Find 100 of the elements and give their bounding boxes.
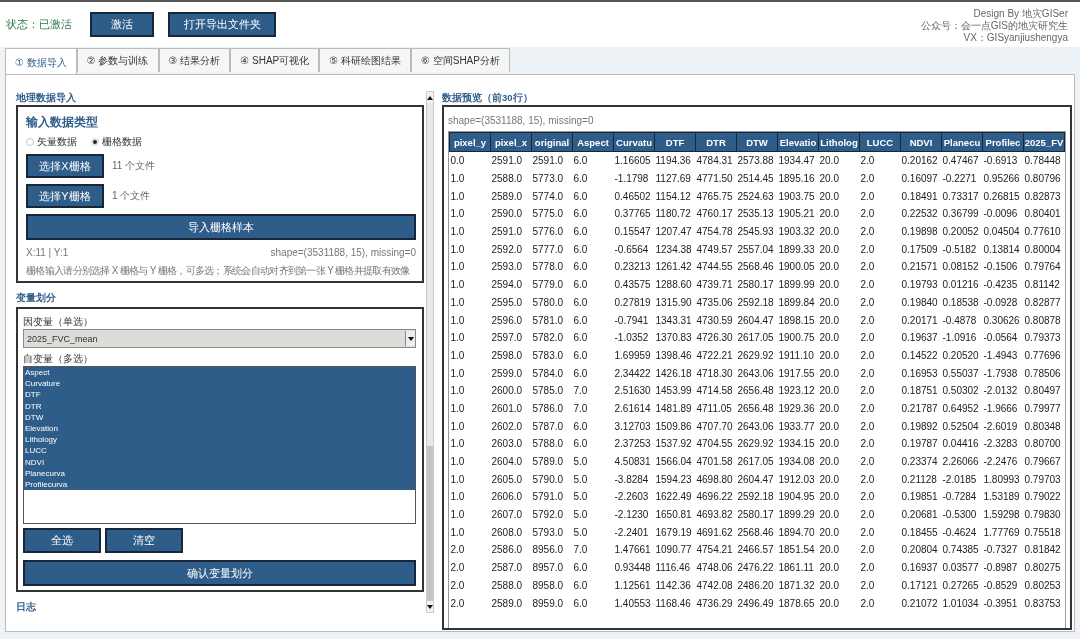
table-cell: 0.21128 bbox=[900, 470, 942, 489]
table-cell-text: 0.73317 bbox=[941, 189, 980, 204]
column-header[interactable]: LUCC bbox=[859, 132, 901, 152]
table-cell: 1.16605 bbox=[613, 151, 655, 170]
table-cell-text: 2.0 bbox=[449, 578, 466, 593]
table-cell-text: 0.08152 bbox=[941, 260, 980, 275]
table-cell-text: -3.8284 bbox=[613, 472, 650, 487]
table-cell: -0.8987 bbox=[982, 558, 1024, 577]
tab[interactable]: ① 数据导入 bbox=[5, 48, 77, 74]
column-header[interactable]: Planecu bbox=[941, 132, 983, 152]
table-cell-text: 2.0 bbox=[859, 189, 876, 204]
table-cell: 1288.60 bbox=[654, 275, 696, 294]
table-cell-text: 20.0 bbox=[818, 561, 840, 576]
scroll-down-icon[interactable] bbox=[427, 601, 433, 612]
table-cell-text: 4742.08 bbox=[695, 578, 734, 593]
list-item[interactable]: Lithology bbox=[24, 434, 415, 446]
tab[interactable]: ⑤ 科研绘图结果 bbox=[319, 48, 411, 72]
column-header[interactable]: Aspect bbox=[572, 132, 614, 152]
table-cell-text: 20.0 bbox=[818, 242, 840, 257]
table-cell-text: 1.47661 bbox=[613, 543, 652, 558]
radio-option[interactable]: 栅格数据 bbox=[91, 135, 142, 149]
table-cell-text: 2600.0 bbox=[490, 384, 524, 399]
table-cell-text: 8959.0 bbox=[531, 596, 565, 611]
column-header[interactable]: pixel_x bbox=[490, 132, 532, 152]
select-raster-button[interactable]: 选择Y栅格 bbox=[26, 184, 104, 208]
tab[interactable]: ⑥ 空间SHAP分析 bbox=[411, 48, 510, 72]
table-cell-text: 1.0 bbox=[449, 525, 466, 540]
list-item[interactable]: DTW bbox=[24, 411, 415, 423]
table-cell: 1.77769 bbox=[982, 523, 1024, 542]
tab[interactable]: ③ 结果分析 bbox=[158, 48, 231, 72]
radio-option[interactable]: 矢量数据 bbox=[26, 135, 77, 149]
activate-button[interactable]: 激活 bbox=[90, 12, 154, 37]
table-cell-text: 20.0 bbox=[818, 419, 840, 434]
clear-button[interactable]: 清空 bbox=[105, 528, 183, 553]
list-item[interactable]: LUCC bbox=[24, 445, 415, 457]
scrollbar-thumb[interactable] bbox=[427, 446, 433, 601]
table-cell-text: 1917.55 bbox=[777, 366, 816, 381]
table-cell: 0.95266 bbox=[982, 169, 1024, 188]
list-item[interactable]: DTR bbox=[24, 400, 415, 412]
list-item[interactable]: NDVI bbox=[24, 456, 415, 468]
list-item[interactable]: DTF bbox=[24, 389, 415, 401]
table-cell-text: 5783.0 bbox=[531, 348, 565, 363]
table-cell-text: 5773.0 bbox=[531, 172, 565, 187]
table-cell-text: 1861.11 bbox=[777, 561, 815, 576]
scrollbar[interactable] bbox=[426, 91, 434, 613]
column-header[interactable]: Elevatio bbox=[777, 132, 819, 152]
table-cell-text: 4739.71 bbox=[695, 278, 734, 293]
table-cell-text: 20.0 bbox=[818, 508, 840, 523]
list-item[interactable]: Aspect bbox=[24, 367, 415, 379]
table-cell-text: 5790.0 bbox=[531, 472, 565, 487]
table-cell-text: 4718.30 bbox=[695, 366, 734, 381]
list-item[interactable]: Planecurva bbox=[24, 467, 415, 479]
table-cell-text: 0.04416 bbox=[941, 437, 980, 452]
scroll-up-icon[interactable] bbox=[427, 92, 433, 103]
table-cell-text: 6.0 bbox=[572, 578, 589, 593]
column-header[interactable]: NDVI bbox=[900, 132, 942, 152]
table-cell: 0.18455 bbox=[900, 523, 942, 542]
section-title: 数据预览（前30行） bbox=[442, 91, 534, 105]
table-cell: 2591.0 bbox=[531, 151, 573, 170]
table-cell-text: 20.0 bbox=[818, 172, 840, 187]
table-cell: 0.16937 bbox=[900, 558, 942, 577]
table-cell-text: 0.80004 bbox=[1023, 242, 1062, 257]
column-header[interactable]: 2025_FV bbox=[1023, 132, 1065, 152]
radio-button[interactable] bbox=[26, 138, 34, 146]
table-cell: -0.1506 bbox=[982, 258, 1024, 276]
table-cell: 2587.0 bbox=[490, 558, 532, 577]
column-header[interactable]: Curvatu bbox=[613, 132, 655, 152]
column-header[interactable]: Profilec bbox=[982, 132, 1024, 152]
column-header[interactable]: DTF bbox=[654, 132, 696, 152]
field-label: 自变量（多选） bbox=[23, 352, 94, 366]
tab[interactable]: ④ SHAP可视化 bbox=[230, 48, 320, 72]
table-cell-text: -0.7284 bbox=[941, 490, 978, 505]
column-header[interactable]: Litholog bbox=[818, 132, 860, 152]
table-cell-text: 2594.0 bbox=[490, 278, 524, 293]
radio-button[interactable] bbox=[91, 138, 99, 146]
column-header[interactable]: DTW bbox=[736, 132, 778, 152]
list-item[interactable]: Curvature bbox=[24, 378, 415, 390]
card-title: 输入数据类型 bbox=[26, 114, 99, 131]
table-cell-text: 0.93448 bbox=[613, 561, 652, 576]
column-header[interactable]: DTR bbox=[695, 132, 737, 152]
confirm-button[interactable]: 确认变量划分 bbox=[23, 560, 416, 586]
column-header[interactable]: original bbox=[531, 132, 573, 152]
dropdown[interactable]: 2025_FVC_mean bbox=[23, 329, 416, 348]
select-all-button[interactable]: 全选 bbox=[23, 528, 101, 553]
shape-text: shape=(3531188, 15), missing=0 bbox=[270, 247, 416, 258]
import-button[interactable]: 导入栅格样本 bbox=[26, 214, 416, 240]
table-cell-text: 1.0 bbox=[449, 242, 466, 257]
table-cell: 0.14522 bbox=[900, 346, 942, 365]
listbox[interactable]: Aspect Curvature DTF DTR DTW Elevation Lithology LUCC NDVI Planecurva Profilecurva bbox=[23, 366, 416, 524]
table-cell-text: 4693.82 bbox=[695, 508, 734, 523]
table-cell: -0.0928 bbox=[982, 293, 1024, 312]
table-cell-text: 1.0 bbox=[449, 313, 466, 328]
table-cell-text: 0.27265 bbox=[941, 578, 980, 593]
table-cell-text: 2656.48 bbox=[736, 384, 775, 399]
select-raster-button[interactable]: 选择X栅格 bbox=[26, 154, 104, 178]
column-header[interactable]: pixel_y bbox=[449, 132, 491, 152]
tab[interactable]: ② 参数与训练 bbox=[76, 48, 159, 72]
open-folder-button[interactable]: 打开导出文件夹 bbox=[168, 12, 276, 37]
table-cell-text: 2580.17 bbox=[736, 278, 775, 293]
table-cell: 6.0 bbox=[572, 293, 614, 312]
